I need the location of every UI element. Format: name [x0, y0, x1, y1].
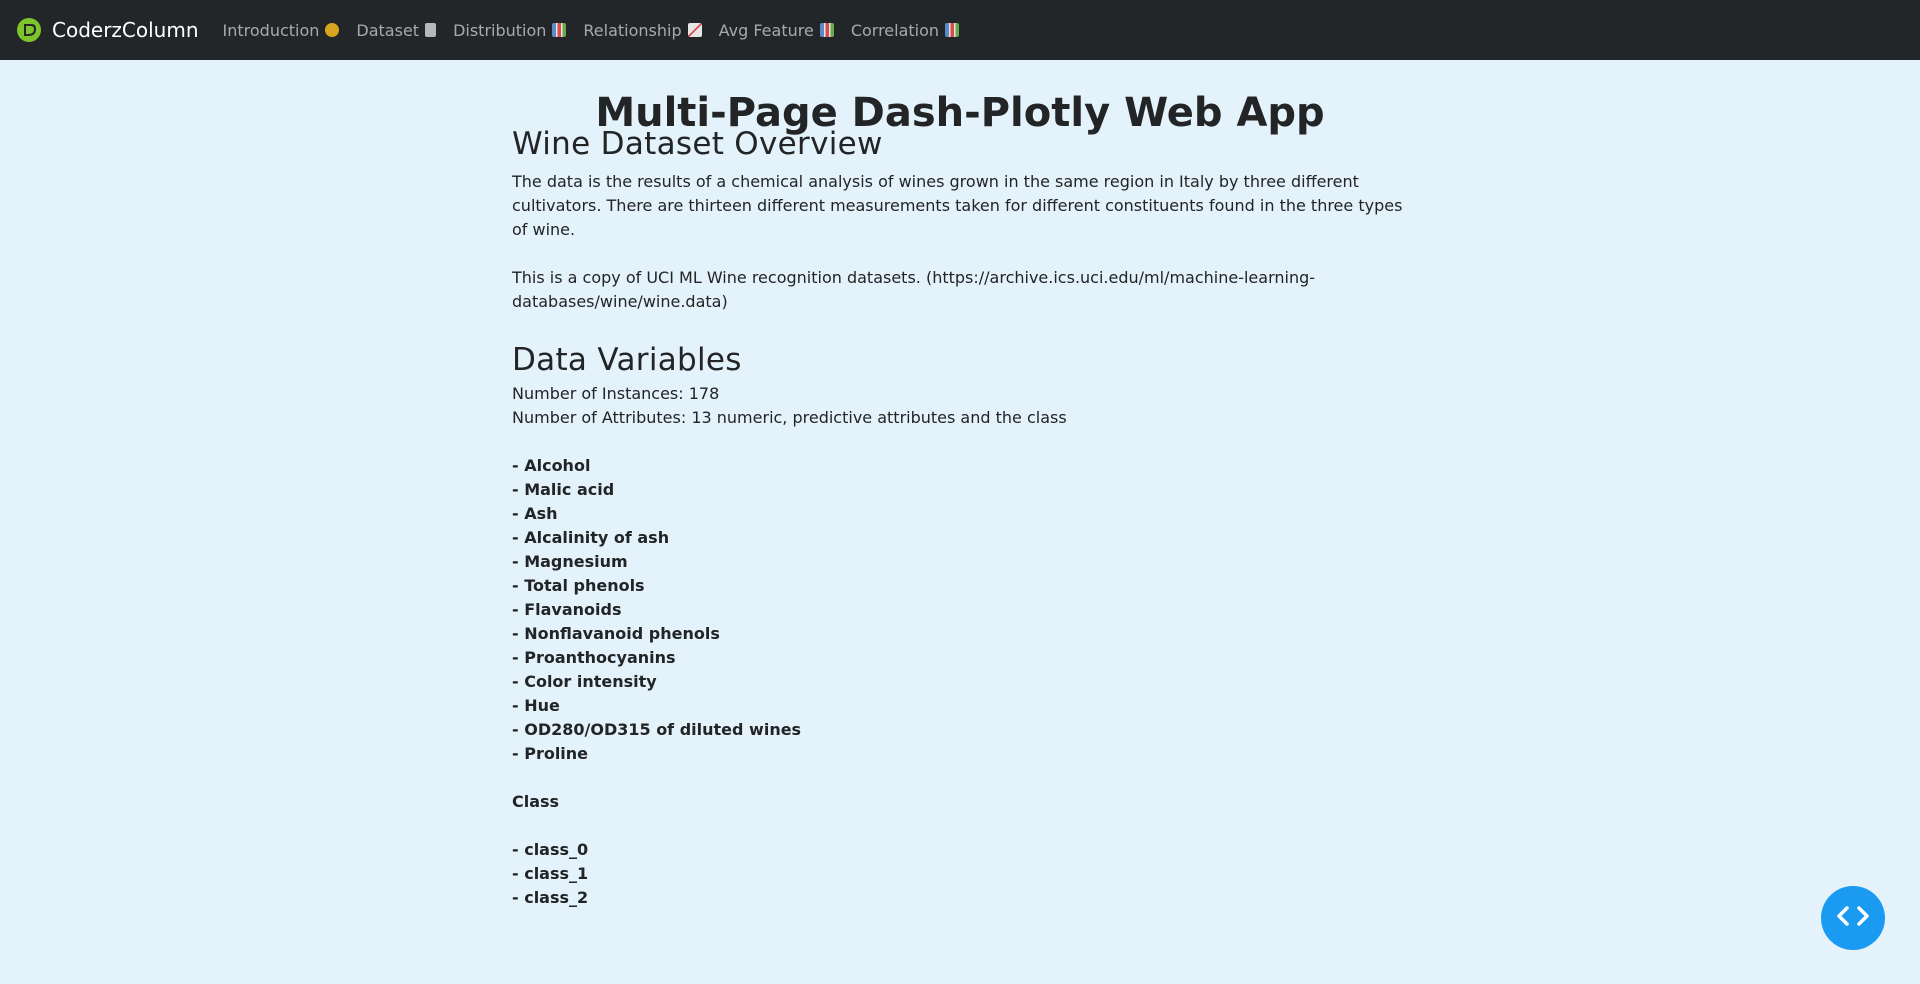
brand-name: CoderzColumn	[52, 18, 199, 42]
list-item: - Malic acid	[512, 480, 615, 499]
list-item: - Flavanoids	[512, 600, 622, 619]
overview-paragraph-2: This is a copy of UCI ML Wine recognitio…	[512, 268, 1316, 311]
nav-link-correlation[interactable]: Correlation	[850, 20, 960, 40]
overview-heading: Wine Dataset Overview	[512, 126, 883, 162]
overview-text: The data is the results of a chemical an…	[512, 170, 1412, 314]
main-content: Wine Dataset Overview The data is the re…	[512, 124, 1412, 910]
leaf-logo-icon	[16, 17, 42, 43]
list-item: - OD280/OD315 of diluted wines	[512, 720, 802, 739]
nav-link-relationship[interactable]: Relationship	[583, 20, 702, 40]
list-item: - class_2	[512, 888, 589, 907]
top-navbar: CoderzColumn Introduction Dataset Distri…	[0, 0, 1920, 60]
list-item: - Hue	[512, 696, 560, 715]
list-item: - Ash	[512, 504, 558, 523]
nav-link-label: Introduction	[222, 20, 320, 40]
list-item: - Alcohol	[512, 456, 591, 475]
list-item: - Color intensity	[512, 672, 657, 691]
list-item: - class_1	[512, 864, 589, 883]
list-item: - Alcalinity of ash	[512, 528, 670, 547]
page-content: Multi-Page Dash-Plotly Web App Wine Data…	[0, 60, 1920, 907]
bar-chart-emoji-icon	[552, 22, 567, 37]
code-brackets-icon	[1836, 905, 1870, 931]
nav-link-label: Relationship	[583, 20, 682, 40]
class-heading: Class	[512, 792, 560, 811]
nav-link-label: Correlation	[850, 20, 940, 40]
clipboard-emoji-icon	[425, 22, 437, 37]
list-item: - Proline	[512, 744, 589, 763]
nav-link-label: Avg Feature	[718, 20, 814, 40]
list-item: - Total phenols	[512, 576, 645, 595]
data-variables-heading: Data Variables	[512, 342, 742, 378]
overview-paragraph-1: The data is the results of a chemical an…	[512, 172, 1403, 239]
dash-debug-menu-button[interactable]	[1821, 886, 1885, 950]
nav-link-introduction[interactable]: Introduction	[223, 21, 340, 40]
variables-text: Number of Instances: 178 Number of Attri…	[512, 382, 1412, 910]
smiley-emoji-icon	[325, 22, 340, 37]
nav-link-label: Distribution	[453, 20, 547, 40]
nav-link-label: Dataset	[356, 20, 420, 40]
list-item: - Proanthocyanins	[512, 648, 676, 667]
trend-up-emoji-icon	[687, 22, 702, 37]
class-list: - class_0 - class_1 - class_2	[512, 838, 1412, 910]
nav-link-distribution[interactable]: Distribution	[453, 20, 567, 40]
list-item: - Nonflavanoid phenols	[512, 624, 720, 643]
instances-count: Number of Instances: 178	[512, 384, 720, 403]
brand-link[interactable]: CoderzColumn	[16, 17, 199, 43]
nav-link-avg-feature[interactable]: Avg Feature	[719, 21, 834, 40]
bar-chart-emoji-icon	[945, 22, 960, 37]
attributes-count: Number of Attributes: 13 numeric, predic…	[512, 408, 1067, 427]
bar-chart-emoji-icon	[819, 22, 834, 37]
nav-link-dataset[interactable]: Dataset	[356, 20, 437, 40]
list-item: - class_0	[512, 840, 589, 859]
attribute-list: - Alcohol - Malic acid - Ash - Alcalinit…	[512, 454, 1412, 766]
list-item: - Magnesium	[512, 552, 628, 571]
